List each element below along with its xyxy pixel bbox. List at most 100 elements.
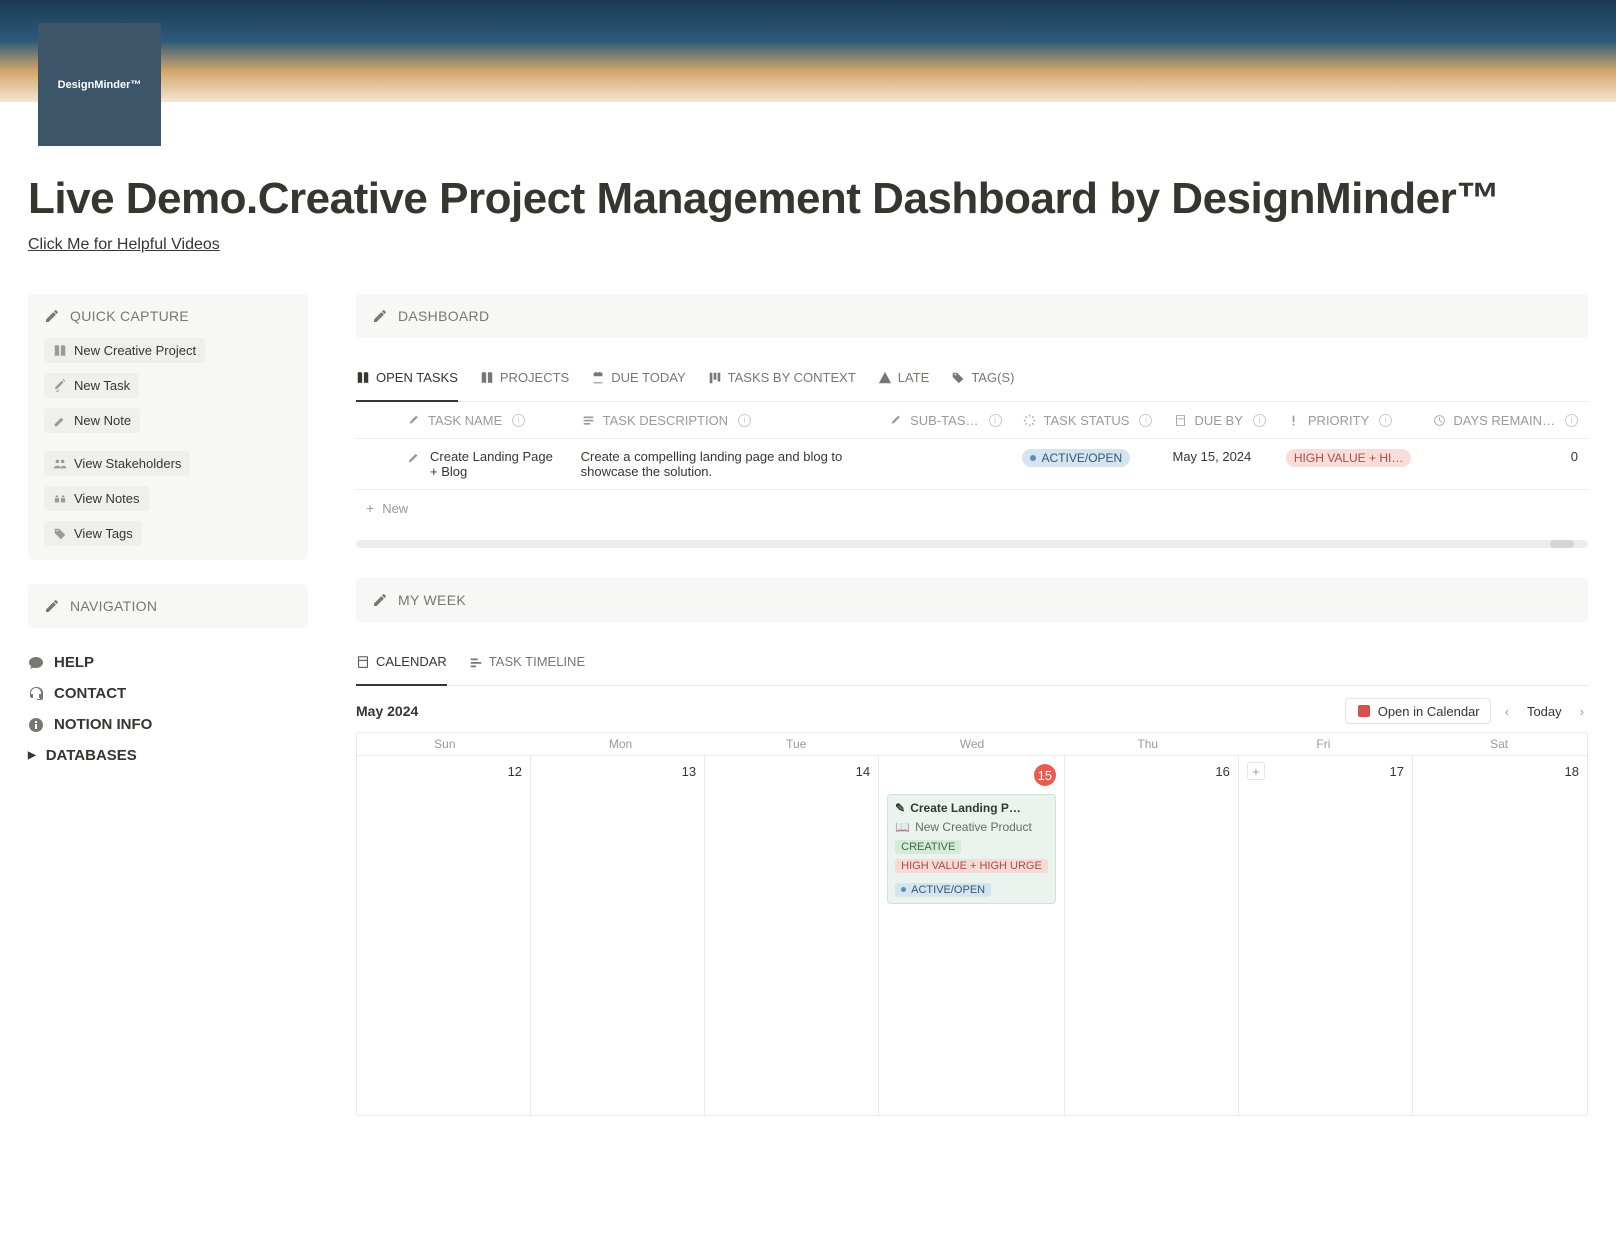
edit-icon	[44, 308, 60, 324]
tab-late[interactable]: LATE	[878, 370, 930, 393]
scrollbar-thumb[interactable]	[1550, 540, 1574, 548]
edit-icon	[372, 308, 388, 324]
brand-logo: DesignMinder™	[38, 23, 161, 146]
calendar-date: 15	[1034, 764, 1056, 786]
help-videos-link[interactable]: Click Me for Helpful Videos	[28, 236, 220, 254]
col-task-status[interactable]: TASK STATUSi	[1012, 402, 1163, 439]
binoculars-icon	[53, 492, 67, 506]
calendar-cell[interactable]: 15 ✎Create Landing P…📖New Creative Produc…	[879, 755, 1065, 1115]
dashboard-heading: DASHBOARD	[398, 308, 489, 324]
caret-right-icon: ▶	[28, 750, 36, 761]
pencil-icon	[53, 414, 67, 428]
calendar-date: 17	[1247, 764, 1404, 779]
nav-databases[interactable]: ▶ DATABASES	[28, 745, 308, 766]
tab-tags[interactable]: TAG(S)	[951, 370, 1014, 393]
priority-icon	[1286, 412, 1302, 428]
edit-icon	[44, 598, 60, 614]
info-icon: i	[1379, 414, 1392, 427]
calendar-day-header: Thu	[1060, 733, 1236, 755]
warning-icon	[878, 371, 892, 385]
calendar-icon	[356, 655, 370, 669]
calendar-next-button[interactable]: ›	[1576, 702, 1588, 721]
task-priority-badge: HIGH VALUE + HI…	[1286, 449, 1411, 467]
navigation-heading: NAVIGATION	[70, 598, 157, 614]
col-due-by[interactable]: DUE BYi	[1162, 402, 1275, 439]
tab-projects[interactable]: PROJECTS	[480, 370, 569, 393]
calendar-cell[interactable]: 17+	[1239, 755, 1413, 1115]
calendar-day-header: Tue	[708, 733, 884, 755]
pencil-check-icon	[406, 412, 422, 428]
task-due-by: May 15, 2024	[1162, 439, 1275, 490]
info-icon: i	[1253, 414, 1266, 427]
calendar-grid: SunMonTueWedThuFriSat 12131415✎Create La…	[356, 732, 1588, 1116]
event-status: ACTIVE/OPEN	[895, 883, 991, 897]
calendar-prev-button[interactable]: ‹	[1501, 702, 1513, 721]
calendar-app-icon	[1356, 703, 1372, 719]
task-name: Create Landing Page + Blog	[430, 449, 561, 479]
col-priority[interactable]: PRIORITYi	[1276, 402, 1421, 439]
calendar-date: 16	[1073, 764, 1230, 779]
quick-capture-card: QUICK CAPTURE New Creative Project New T…	[28, 294, 308, 560]
nav-contact[interactable]: CONTACT	[28, 683, 308, 704]
col-sub-tasks[interactable]: SUB-TAS…i	[878, 402, 1011, 439]
open-in-calendar-button[interactable]: Open in Calendar	[1345, 698, 1491, 724]
new-note-button[interactable]: New Note	[44, 408, 140, 433]
tab-due-today[interactable]: DUE TODAY	[591, 370, 685, 393]
book-icon	[53, 344, 67, 358]
col-task-description[interactable]: TASK DESCRIPTIONi	[571, 402, 879, 439]
book-icon	[356, 371, 370, 385]
calendar-event[interactable]: ✎Create Landing P…📖New Creative ProductC…	[887, 794, 1056, 904]
view-tags-button[interactable]: View Tags	[44, 521, 142, 546]
tab-task-timeline[interactable]: TASK TIMELINE	[469, 654, 585, 677]
tab-tasks-by-context[interactable]: TASKS BY CONTEXT	[708, 370, 856, 393]
calendar-day-header: Fri	[1236, 733, 1412, 755]
info-icon: i	[512, 414, 525, 427]
info-icon: i	[1139, 414, 1152, 427]
calendar-icon	[1172, 412, 1188, 428]
calendar-date: 14	[713, 764, 870, 779]
tag-icon	[53, 527, 67, 541]
clock-icon	[1431, 412, 1447, 428]
page-title: Live Demo.Creative Project Management Da…	[28, 174, 1588, 224]
task-subtasks	[878, 439, 1011, 490]
horizontal-scrollbar[interactable]	[356, 540, 1588, 548]
board-icon	[708, 371, 722, 385]
nav-help[interactable]: HELP	[28, 652, 308, 673]
calendar-cell[interactable]: 13	[531, 755, 705, 1115]
view-notes-button[interactable]: View Notes	[44, 486, 149, 511]
tab-calendar[interactable]: CALENDAR	[356, 654, 447, 677]
calendar-icon	[591, 371, 605, 385]
timeline-icon	[469, 655, 483, 669]
calendar-cell[interactable]: 14	[705, 755, 879, 1115]
task-status-badge: ACTIVE/OPEN	[1022, 449, 1131, 467]
new-row-button[interactable]: + New	[356, 490, 1588, 526]
info-icon	[28, 717, 44, 733]
new-creative-project-button[interactable]: New Creative Project	[44, 338, 205, 363]
tab-open-tasks[interactable]: OPEN TASKS	[356, 370, 458, 393]
task-days-remaining: 0	[1421, 439, 1588, 490]
pencil-check-icon	[406, 451, 422, 467]
view-stakeholders-button[interactable]: View Stakeholders	[44, 451, 190, 476]
calendar-cell[interactable]: 12	[357, 755, 531, 1115]
calendar-day-header: Wed	[884, 733, 1060, 755]
col-days-remaining[interactable]: DAYS REMAIN…i	[1421, 402, 1588, 439]
myweek-heading: MY WEEK	[398, 592, 466, 608]
dashboard-header-card: DASHBOARD	[356, 294, 1588, 338]
chat-icon	[28, 655, 44, 671]
event-title: Create Landing P…	[910, 801, 1021, 815]
new-task-button[interactable]: New Task	[44, 373, 139, 398]
pencil-check-icon	[888, 412, 904, 428]
table-row[interactable]: Create Landing Page + Blog Create a comp…	[356, 439, 1588, 490]
nav-notion-info[interactable]: NOTION INFO	[28, 714, 308, 735]
calendar-cell[interactable]: 16	[1065, 755, 1239, 1115]
navigation-card: NAVIGATION	[28, 584, 308, 628]
add-event-button[interactable]: +	[1247, 762, 1265, 780]
quick-capture-heading: QUICK CAPTURE	[70, 308, 189, 324]
col-task-name[interactable]: TASK NAMEi	[396, 402, 571, 439]
headset-icon	[28, 686, 44, 702]
pencil-check-icon	[53, 379, 67, 393]
edit-icon	[372, 592, 388, 608]
dashboard-tabs: OPEN TASKS PROJECTS DUE TODAY TASKS BY C…	[356, 362, 1588, 402]
calendar-today-button[interactable]: Today	[1523, 702, 1566, 721]
calendar-cell[interactable]: 18	[1413, 755, 1587, 1115]
